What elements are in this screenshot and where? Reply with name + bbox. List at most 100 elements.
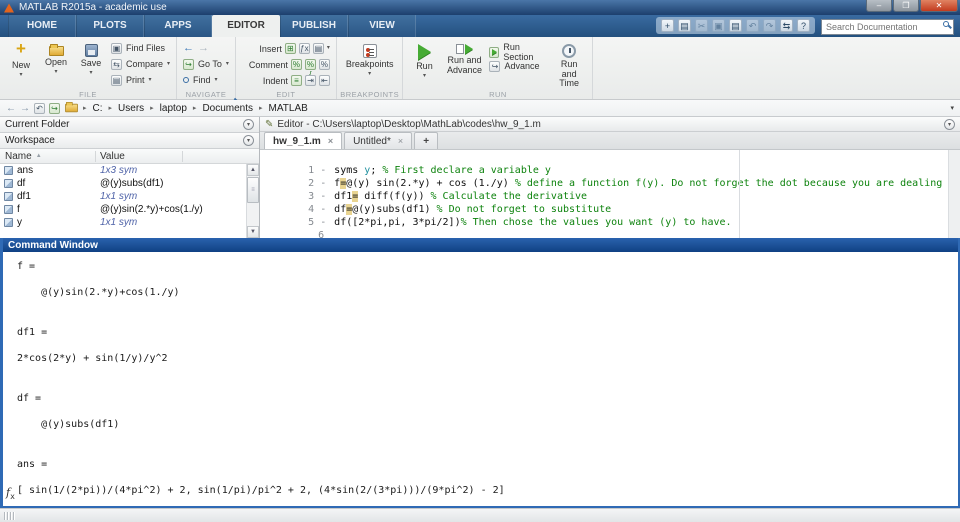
find-files-button[interactable]: ▣ Find Files [111, 41, 170, 55]
close-button[interactable]: ✕ [920, 0, 958, 12]
console-line [17, 313, 958, 326]
search-icon[interactable] [943, 21, 949, 27]
open-button[interactable]: Open ▾ [41, 39, 71, 75]
dock-grip-icon[interactable] [13, 512, 15, 520]
workspace-panel-header: Workspace ▾ [0, 133, 259, 149]
close-tab-icon[interactable]: × [328, 136, 333, 146]
console-output[interactable]: fx f = @(y)sin(2.*y)+cos(1./y)df1 =2*cos… [3, 252, 958, 506]
tab-publish[interactable]: PUBLISH [280, 15, 348, 37]
breadcrumb-item[interactable]: laptop [158, 103, 189, 114]
cut-icon[interactable]: ✂ [695, 19, 708, 32]
search-input[interactable] [821, 19, 954, 35]
workspace-row[interactable]: df @(y)subs(df1) [0, 177, 259, 190]
tab-plots[interactable]: PLOTS [76, 15, 144, 37]
column-header-name[interactable]: Name ▲ [0, 151, 96, 162]
line-number[interactable]: 2 - [308, 177, 334, 190]
run-and-advance-button[interactable]: Run and Advance [444, 39, 484, 75]
editor-pencil-icon: ✎ [265, 119, 273, 130]
undo-icon[interactable]: ↶ [746, 19, 759, 32]
insert-annotation-icon[interactable]: ▤ [313, 43, 324, 54]
workspace-row[interactable]: f @(y)sin(2.*y)+cos(1./y) [0, 203, 259, 216]
comment-icon[interactable]: % [291, 59, 302, 70]
new-button[interactable]: + New ▾ [6, 39, 36, 78]
maximize-button[interactable]: ❐ [893, 0, 919, 12]
smart-indent-icon[interactable]: ≡ [291, 75, 302, 86]
scroll-up-icon[interactable]: ▲ [247, 164, 259, 176]
tab-view[interactable]: VIEW [348, 15, 416, 37]
panel-menu-icon[interactable]: ▾ [944, 119, 955, 130]
indent-right-icon[interactable]: ⇥ [305, 75, 316, 86]
indent-left-icon[interactable]: ⇤ [319, 75, 330, 86]
ribbon-section-edit: Insert ⊞ ƒx ▤ ▾ Comment % %{ % Indent ≡ … [236, 37, 337, 99]
forward-arrow-icon[interactable]: → [20, 103, 30, 114]
workspace-row[interactable]: ans 1x3 sym [0, 164, 259, 177]
insert-function-icon[interactable]: ƒx [299, 43, 310, 54]
scroll-down-icon[interactable]: ▼ [247, 226, 259, 238]
workspace-row[interactable]: df1 1x1 sym [0, 190, 259, 203]
redo-icon[interactable]: ↷ [763, 19, 776, 32]
save-icon[interactable]: ▤ [678, 19, 691, 32]
save-button[interactable]: Save ▾ [76, 39, 106, 76]
forward-arrow-icon[interactable]: → [198, 42, 209, 54]
panel-menu-icon[interactable]: ▾ [243, 119, 254, 130]
print-button[interactable]: ▤ Print ▾ [111, 73, 170, 87]
run-button[interactable]: Run ▾ [409, 39, 439, 79]
dock-grip-icon[interactable] [7, 512, 9, 520]
code-editor[interactable]: 1 -syms y; % First declare a variable y … [260, 150, 960, 238]
close-tab-icon[interactable]: × [398, 136, 403, 146]
find-button[interactable]: Find ▾ [183, 73, 229, 87]
back-arrow-icon[interactable]: ← [6, 103, 16, 114]
new-editor-tab-button[interactable]: + [414, 132, 438, 149]
editor-tab-untitled[interactable]: Untitled* × [344, 132, 412, 149]
breakpoints-button[interactable]: Breakpoints ▾ [343, 39, 397, 77]
ribbon-section-run: Run ▾ Run and Advance Run Section ↪ Adva… [403, 37, 593, 99]
code-analyzer-bar[interactable] [948, 150, 960, 238]
panel-menu-icon[interactable]: ▾ [243, 135, 254, 146]
goto-button[interactable]: ↪ Go To ▾ [183, 57, 229, 71]
insert-section-icon[interactable]: ⊞ [285, 43, 296, 54]
column-header-value[interactable]: Value [96, 151, 183, 162]
back-arrow-icon[interactable]: ← [183, 42, 194, 54]
workspace-column-headers: Name ▲ Value [0, 149, 259, 164]
tab-editor[interactable]: EDITOR [212, 15, 280, 37]
line-number[interactable]: 5 - [308, 216, 334, 229]
run-section-button[interactable]: Run Section [489, 45, 546, 59]
breadcrumb-item[interactable]: Users [116, 103, 146, 114]
scrollbar-thumb[interactable]: ≡ [247, 177, 259, 203]
run-section-icon [489, 47, 499, 58]
command-window-header[interactable]: Command Window [3, 238, 958, 252]
console-line [17, 300, 958, 313]
line-number[interactable]: 4 - [308, 203, 334, 216]
minimize-button[interactable]: – [866, 0, 892, 12]
compare-button[interactable]: ⇆ Compare ▾ [111, 57, 170, 71]
code-line[interactable]: 1 -syms y; % First declare a variable y [260, 150, 960, 163]
line-number[interactable]: 3 - [308, 190, 334, 203]
up-one-level-icon[interactable]: ↶ [34, 103, 45, 114]
tab-home[interactable]: HOME [8, 15, 76, 37]
command-window-panel: Command Window fx f = @(y)sin(2.*y)+cos(… [0, 238, 960, 508]
line-number[interactable]: 1 - [308, 164, 334, 177]
dock-grip-icon[interactable] [10, 512, 12, 520]
dock-grip-icon[interactable] [4, 512, 6, 520]
breadcrumb-item[interactable]: MATLAB [267, 103, 310, 114]
new-script-icon[interactable]: + [661, 19, 674, 32]
help-icon[interactable]: ? [797, 19, 810, 32]
browse-folder-icon[interactable]: ↪ [49, 103, 60, 114]
copy-icon[interactable]: ▣ [712, 19, 725, 32]
comment-block-icon[interactable]: %{ [305, 59, 316, 70]
breadcrumb-item[interactable]: Documents [200, 103, 255, 114]
advance-button[interactable]: ↪ Advance [489, 59, 546, 73]
paste-icon[interactable]: ▤ [729, 19, 742, 32]
run-and-time-button[interactable]: Run and Time [552, 39, 587, 89]
line-number[interactable]: 6 [308, 229, 334, 238]
breadcrumb-item[interactable]: C: [91, 103, 105, 114]
matlab-logo-icon [4, 3, 14, 12]
tab-apps[interactable]: APPS [144, 15, 212, 37]
editor-tab-hw-9-1[interactable]: hw_9_1.m × [264, 132, 342, 149]
workspace-row[interactable]: y 1x1 sym [0, 216, 259, 229]
breadcrumb-dropdown-icon[interactable]: ▾ [950, 104, 954, 112]
uncomment-icon[interactable]: % [319, 59, 330, 70]
chevron-down-icon: ▾ [368, 72, 371, 77]
workspace-scrollbar[interactable]: ▲ ≡ ▼ [246, 164, 259, 238]
switch-window-icon[interactable]: ⇆ [780, 19, 793, 32]
